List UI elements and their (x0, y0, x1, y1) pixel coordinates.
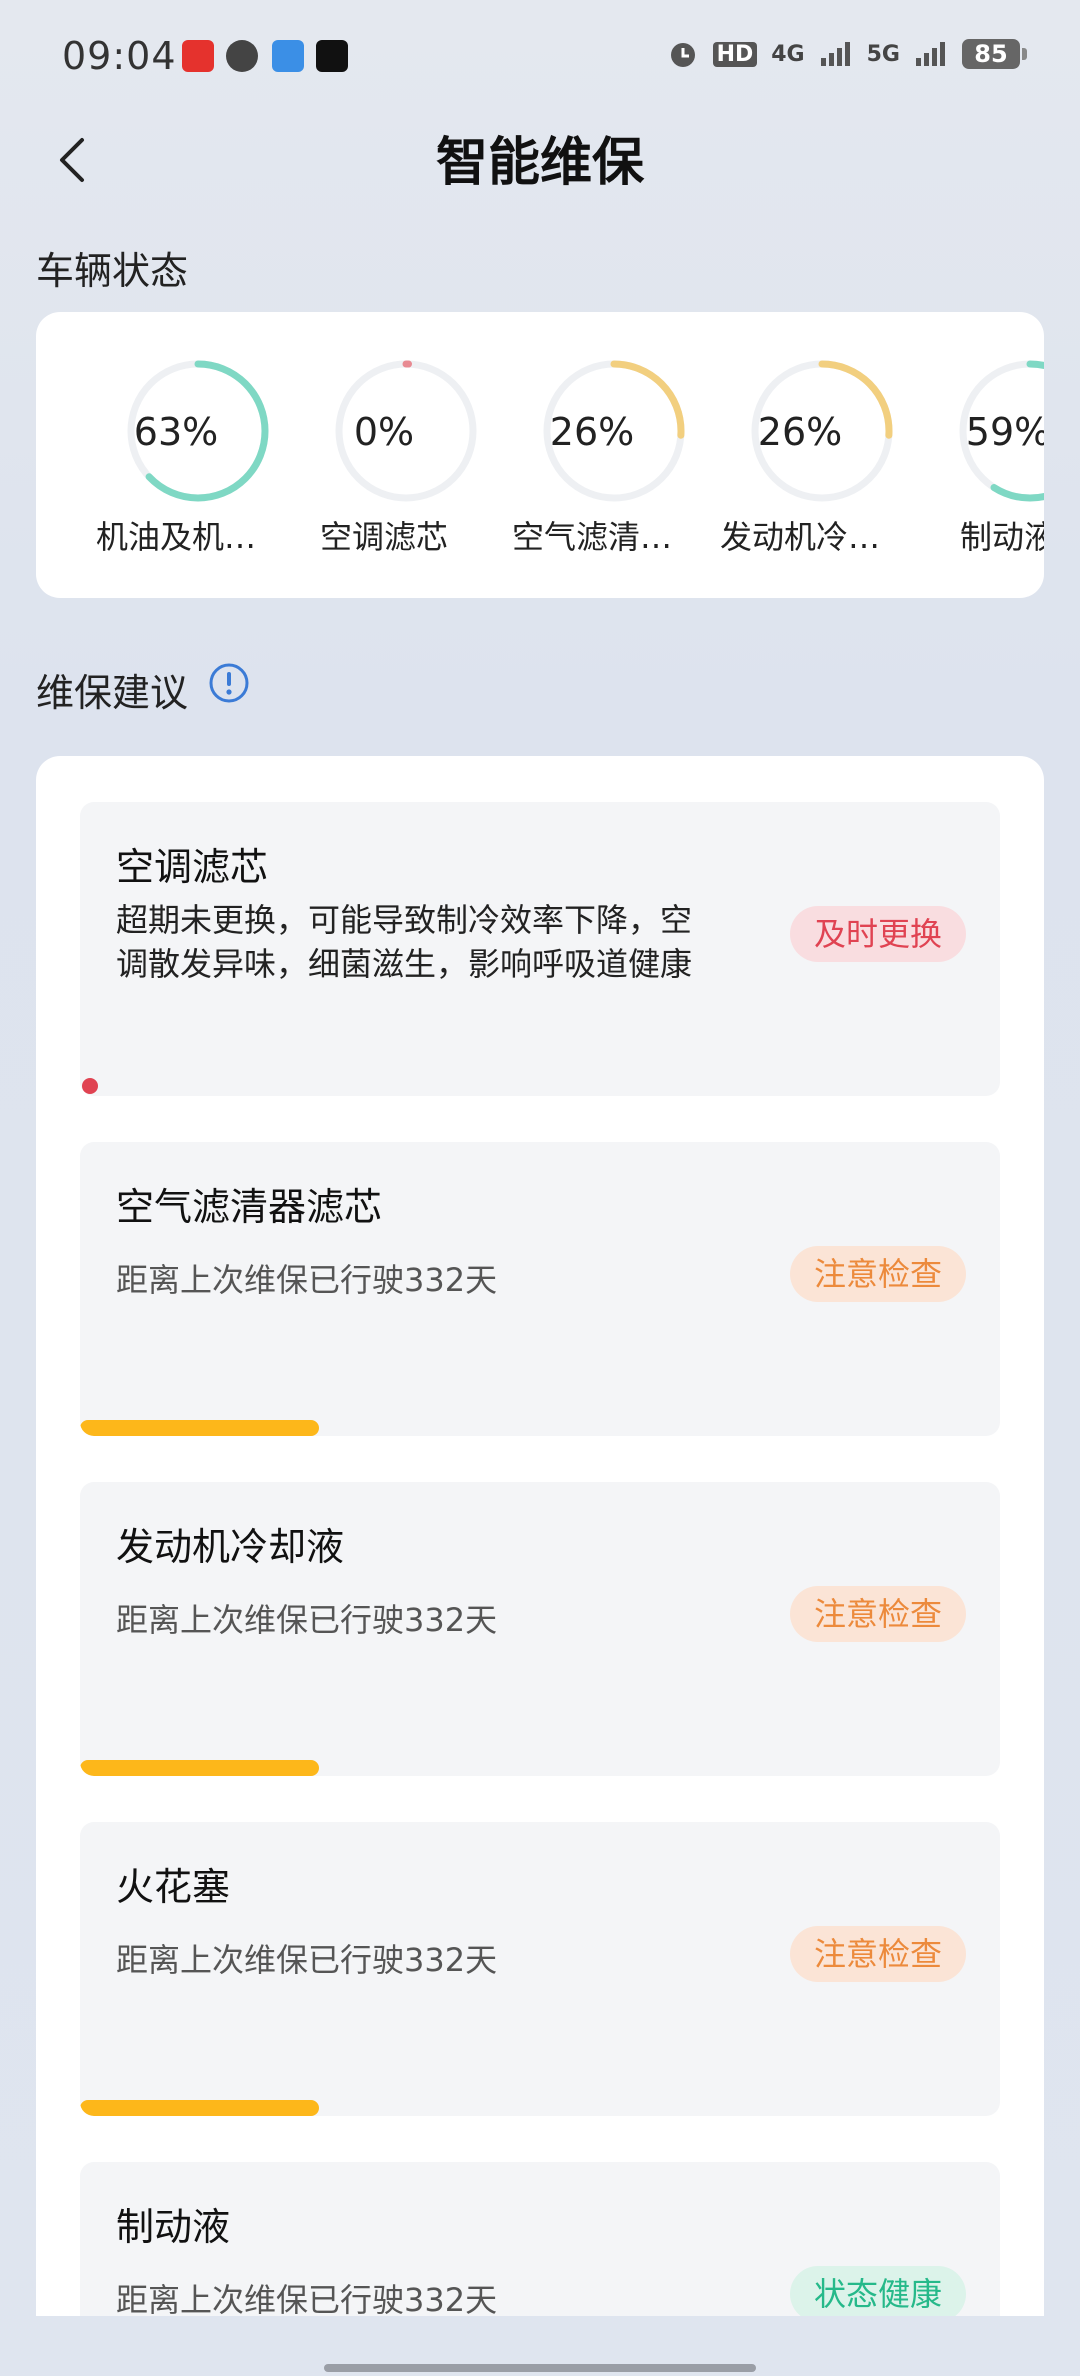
gauge-item[interactable]: 63% 机油及机… (76, 358, 276, 556)
item-title: 制动液 (116, 2205, 231, 2249)
gauge-item[interactable]: 0% 空调滤芯 (284, 358, 484, 556)
status-badge[interactable]: 注意检查 (789, 1246, 966, 1302)
gauge-value: 63% (133, 410, 219, 454)
gauge-label: 空气滤清… (511, 518, 672, 556)
gauge-label: 发动机冷… (719, 518, 880, 556)
gauge-value: 26% (757, 410, 843, 454)
advice-card: 空调滤芯 超期未更换，可能导致制冷效率下降，空调散发异味，细菌滋生，影响呼吸道健… (36, 756, 1044, 2316)
app-notification-icon (182, 40, 214, 72)
item-description: 超期未更换，可能导致制冷效率下降，空调散发异味，细菌滋生，影响呼吸道健康 (116, 901, 693, 983)
app-notification-icon (272, 40, 304, 72)
advice-item[interactable]: 空调滤芯 超期未更换，可能导致制冷效率下降，空调散发异味，细菌滋生，影响呼吸道健… (80, 802, 1000, 1096)
advice-item[interactable]: 制动液 距离上次维保已行驶332天 状态健康 (80, 2162, 1000, 2316)
advice-item[interactable]: 火花塞 距离上次维保已行驶332天 注意检查 (80, 1822, 1000, 2116)
status-badge[interactable]: 注意检查 (789, 1586, 966, 1642)
5g-label: 5G (866, 41, 900, 67)
gauge-label: 机油及机… (95, 518, 256, 556)
home-indicator[interactable] (324, 2364, 756, 2372)
vehicle-status-title: 车辆状态 (36, 249, 189, 293)
item-description: 距离上次维保已行驶332天 (116, 1601, 498, 1639)
message-notification-icon (226, 40, 258, 72)
gauge-item[interactable]: 59% 制动液 (908, 358, 1044, 556)
vehicle-status-card[interactable]: 63% 机油及机… 0% 空调滤芯 26% 空气滤清… 26% 发动机冷… 59… (36, 312, 1044, 598)
advice-title: 维保建议 (36, 671, 189, 715)
progress-fill (80, 1760, 320, 1776)
status-bar: 09:04 HD 4G 5G 85 (0, 0, 1080, 118)
gauge-item[interactable]: 26% 空气滤清… (492, 358, 692, 556)
item-title: 空气滤清器滤芯 (116, 1185, 383, 1229)
info-icon[interactable] (208, 662, 250, 704)
progress-fill (80, 1420, 320, 1436)
item-description: 距离上次维保已行驶332天 (116, 2281, 498, 2316)
app-notification-icon (316, 40, 348, 72)
item-title: 发动机冷却液 (116, 1525, 345, 1569)
battery-icon: 85 (962, 39, 1027, 69)
status-badge[interactable]: 注意检查 (789, 1926, 966, 1982)
progress-indicator (82, 1078, 98, 1094)
status-badge[interactable]: 状态健康 (789, 2266, 966, 2316)
progress-bar (80, 2100, 1000, 2116)
progress-fill (80, 2100, 320, 2116)
item-title: 火花塞 (116, 1865, 231, 1909)
battery-level: 85 (974, 40, 1008, 68)
advice-item[interactable]: 发动机冷却液 距离上次维保已行驶332天 注意检查 (80, 1482, 1000, 1776)
hd-label: HD (712, 41, 758, 67)
4g-label: 4G (771, 41, 805, 67)
status-time: 09:04 (62, 34, 177, 78)
item-description: 距离上次维保已行驶332天 (116, 1261, 498, 1299)
item-description: 距离上次维保已行驶332天 (116, 1941, 498, 1979)
progress-bar (80, 1420, 1000, 1436)
signal-icon (820, 42, 850, 66)
signal-icon (916, 42, 945, 66)
advice-item[interactable]: 空气滤清器滤芯 距离上次维保已行驶332天 注意检查 (80, 1142, 1000, 1436)
gauge-value: 26% (549, 410, 635, 454)
status-icons: HD 4G 5G 85 (667, 38, 1027, 70)
gauge-item[interactable]: 26% 发动机冷… (700, 358, 900, 556)
status-badge[interactable]: 及时更换 (789, 906, 966, 962)
alarm-icon (670, 43, 695, 67)
item-title: 空调滤芯 (116, 845, 269, 889)
progress-bar (80, 1760, 1000, 1776)
gauge-value: 59% (965, 410, 1044, 454)
gauge-label: 制动液 (959, 518, 1044, 556)
page-title: 智能维保 (435, 133, 644, 193)
gauge-label: 空调滤芯 (319, 518, 448, 556)
gauge-value: 0% (353, 410, 415, 454)
